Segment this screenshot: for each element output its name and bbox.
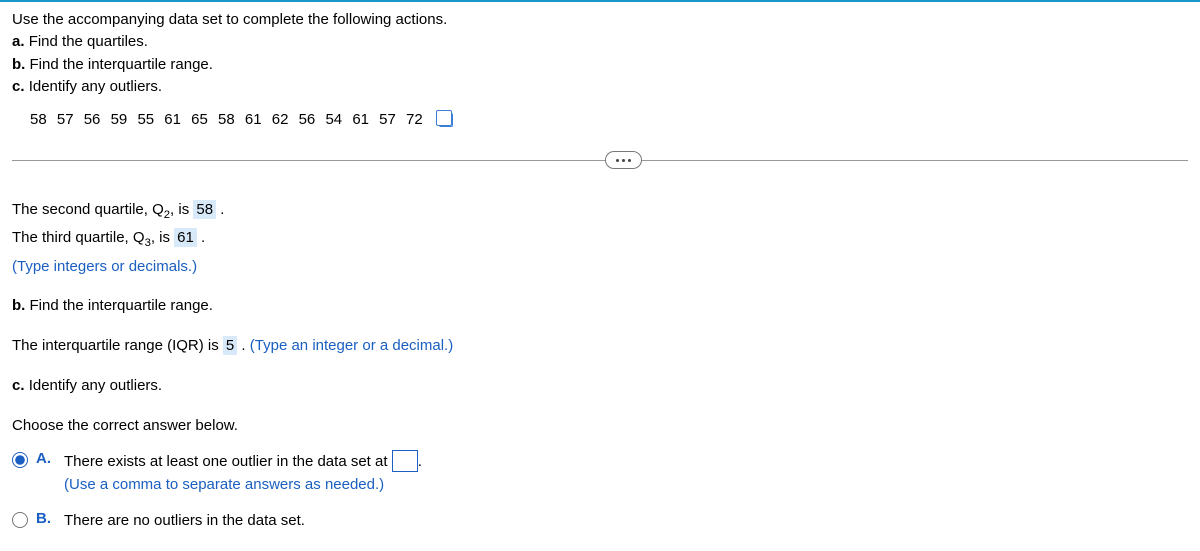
option-a-row: A. There exists at least one outlier in …	[12, 450, 1188, 496]
data-value: 54	[325, 111, 342, 128]
q2-pre: The second quartile, Q	[12, 201, 164, 218]
option-a-text: There exists at least one outlier in the…	[64, 450, 422, 496]
q2-line: The second quartile, Q2, is 58 .	[12, 199, 1188, 223]
data-value: 58	[30, 111, 47, 128]
type-hint-a: (Type integers or decimals.)	[12, 256, 1188, 278]
option-a-hint: (Use a comma to separate answers as need…	[64, 476, 384, 493]
data-value: 56	[84, 111, 101, 128]
divider-row	[12, 160, 1188, 161]
option-a-label: A.	[36, 450, 54, 467]
data-value: 59	[111, 111, 128, 128]
iqr-line: The interquartile range (IQR) is 5 . (Ty…	[12, 335, 1188, 357]
part-b-text: Find the interquartile range.	[30, 56, 213, 73]
part-c-prompt: c. Identify any outliers.	[12, 77, 1188, 97]
iqr-pre: The interquartile range (IQR) is	[12, 337, 223, 354]
option-a-radio[interactable]	[12, 452, 28, 468]
data-value: 61	[352, 111, 369, 128]
q2-mid: , is	[170, 201, 193, 218]
iqr-value: 5	[223, 336, 237, 355]
option-a-post: .	[418, 453, 422, 470]
q3-value: 61	[174, 228, 197, 247]
part-b-prompt: b. Find the interquartile range.	[12, 55, 1188, 75]
part-c-heading-text: Identify any outliers.	[29, 377, 162, 394]
q3-line: The third quartile, Q3, is 61 .	[12, 227, 1188, 251]
q2-period: .	[216, 201, 224, 218]
data-value: 57	[57, 111, 74, 128]
option-b-radio[interactable]	[12, 512, 28, 528]
copy-data-icon[interactable]	[439, 113, 453, 127]
data-set-row: 58 57 56 59 55 61 65 58 61 62 56 54 61 5…	[30, 111, 1188, 128]
q3-period: .	[197, 229, 205, 246]
data-value: 61	[245, 111, 262, 128]
part-c-text: Identify any outliers.	[29, 78, 162, 95]
option-a-pre: There exists at least one outlier in the…	[64, 453, 392, 470]
option-b-label: B.	[36, 510, 54, 527]
data-value: 62	[272, 111, 289, 128]
expand-button[interactable]	[605, 151, 642, 169]
q3-mid: , is	[151, 229, 174, 246]
option-b-row: B. There are no outliers in the data set…	[12, 510, 1188, 533]
part-a-prompt: a. Find the quartiles.	[12, 32, 1188, 52]
data-value: 58	[218, 111, 235, 128]
divider-line	[12, 160, 1188, 161]
part-b-heading-text: Find the interquartile range.	[30, 297, 213, 314]
data-value: 55	[137, 111, 154, 128]
dot-icon	[628, 159, 631, 162]
q3-pre: The third quartile, Q	[12, 229, 145, 246]
part-b-heading: b. Find the interquartile range.	[12, 295, 1188, 317]
iqr-hint: (Type an integer or a decimal.)	[250, 337, 453, 354]
data-value: 57	[379, 111, 396, 128]
data-value: 65	[191, 111, 208, 128]
question-intro: Use the accompanying data set to complet…	[12, 10, 1188, 30]
option-b-text: There are no outliers in the data set.	[64, 510, 305, 533]
part-a-text: Find the quartiles.	[29, 33, 148, 50]
iqr-post: .	[237, 337, 250, 354]
q2-value: 58	[193, 200, 216, 219]
outlier-input[interactable]	[392, 450, 418, 472]
choose-instruction: Choose the correct answer below.	[12, 415, 1188, 437]
data-value: 61	[164, 111, 181, 128]
part-c-heading: c. Identify any outliers.	[12, 375, 1188, 397]
dot-icon	[616, 159, 619, 162]
data-value: 56	[299, 111, 316, 128]
data-value: 72	[406, 111, 423, 128]
dot-icon	[622, 159, 625, 162]
